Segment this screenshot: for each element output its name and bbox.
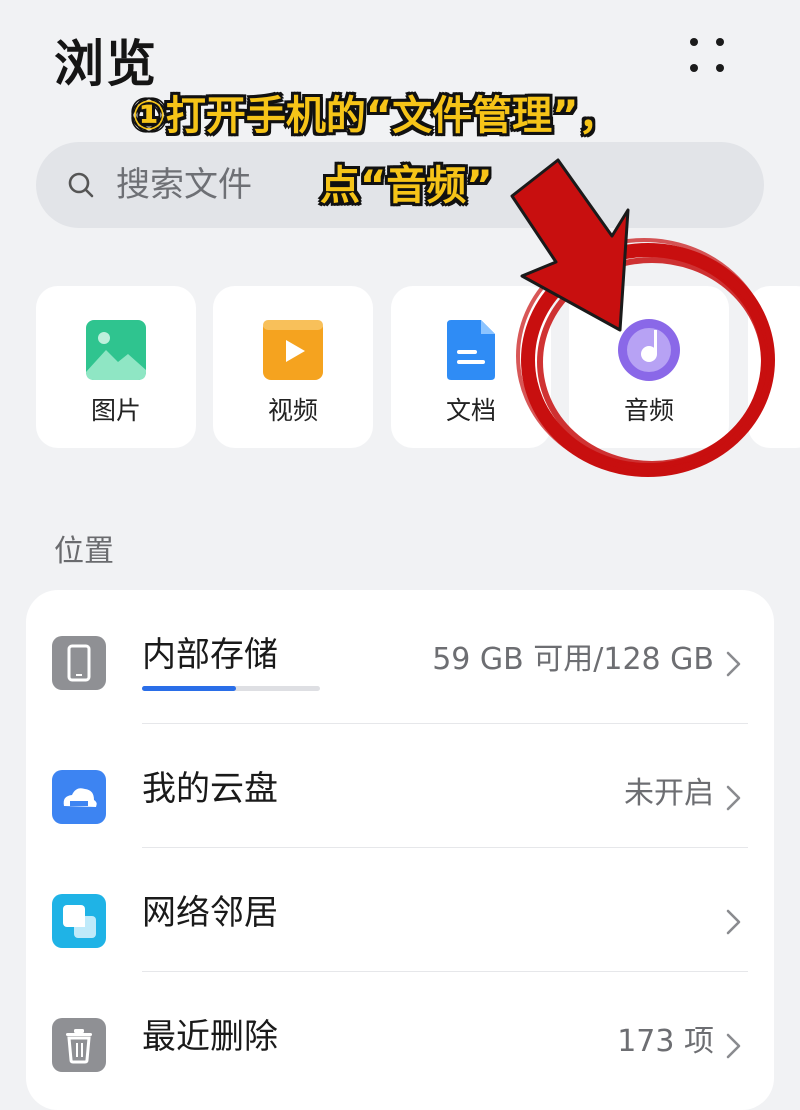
page-title: 浏览	[54, 35, 158, 93]
locations-list: 内部存储 59 GB 可用/128 GB 我的云盘 未开启 网络邻居 最近删除 …	[26, 590, 774, 1110]
search-icon	[66, 170, 96, 200]
grid-dots-icon[interactable]	[682, 32, 732, 82]
category-audio[interactable]: 音频	[569, 286, 729, 448]
location-network-neighbor[interactable]: 网络邻居	[26, 848, 774, 972]
category-label: 视频	[267, 396, 318, 425]
row-label: 我的云盘	[142, 769, 278, 809]
row-label: 网络邻居	[142, 893, 278, 933]
location-recently-deleted[interactable]: 最近删除 173 项	[26, 972, 774, 1096]
row-value: 173 项	[617, 1024, 714, 1059]
category-videos[interactable]: 视频	[213, 286, 373, 448]
row-value: 59 GB 可用/128 GB	[432, 642, 714, 677]
phone-icon	[52, 636, 106, 690]
chevron-right-icon	[724, 784, 744, 812]
chevron-right-icon	[724, 650, 744, 678]
audio-icon	[617, 318, 681, 382]
category-label: 音频	[623, 396, 674, 425]
category-label: 文档	[445, 396, 496, 425]
annotation-instruction-line2: 点“音频”	[320, 163, 493, 209]
row-label: 最近删除	[142, 1017, 278, 1057]
category-documents[interactable]: 文档	[391, 286, 551, 448]
storage-usage-bar	[142, 686, 320, 691]
trash-icon	[52, 1018, 106, 1072]
category-more-card[interactable]	[748, 286, 800, 448]
image-icon	[84, 318, 148, 382]
category-row: 图片 视频 文档 音频	[0, 286, 800, 448]
row-label: 内部存储	[142, 635, 278, 675]
row-value: 未开启	[624, 776, 714, 811]
annotation-instruction-line1: ①打开手机的“文件管理”，	[132, 93, 619, 139]
chevron-right-icon	[724, 1032, 744, 1060]
search-input[interactable]: 搜索文件	[116, 162, 252, 208]
chevron-right-icon	[724, 908, 744, 936]
video-icon	[261, 318, 325, 382]
network-neighbor-icon	[52, 894, 106, 948]
document-icon	[439, 318, 503, 382]
category-images[interactable]: 图片	[36, 286, 196, 448]
cloud-drive-icon	[52, 770, 106, 824]
location-internal-storage[interactable]: 内部存储 59 GB 可用/128 GB	[26, 590, 774, 714]
section-title-locations: 位置	[54, 534, 114, 569]
storage-usage-fill	[142, 686, 237, 691]
category-label: 图片	[90, 396, 141, 425]
location-my-cloud-drive[interactable]: 我的云盘 未开启	[26, 724, 774, 848]
